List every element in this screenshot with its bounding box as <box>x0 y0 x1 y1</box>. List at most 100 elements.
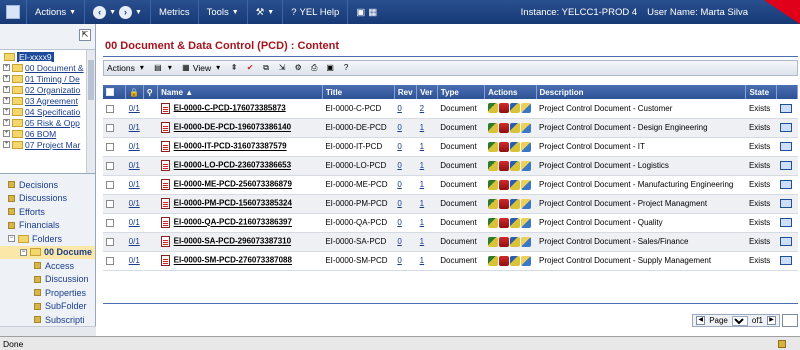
row-select-cell[interactable] <box>103 213 126 233</box>
expand-icon[interactable]: + <box>3 97 10 104</box>
download-icon[interactable] <box>498 255 509 266</box>
version-link[interactable]: 2 <box>420 104 424 113</box>
toolbar-view-menu[interactable]: ▦ View ▾ <box>181 63 223 73</box>
row-select-cell[interactable] <box>103 137 126 157</box>
briefcase-icon[interactable]: ▣ <box>356 7 365 18</box>
row-details-cell[interactable] <box>776 156 798 176</box>
select-all-checkbox[interactable] <box>106 88 114 97</box>
row-checkbox[interactable] <box>106 237 114 246</box>
name-column-header[interactable]: Name ▲ <box>157 85 323 99</box>
nav-item-folders[interactable]: − Folders <box>0 232 95 246</box>
expand-icon[interactable]: + <box>3 86 10 93</box>
row-count-link[interactable]: 0/1 <box>129 161 140 170</box>
filter-icon[interactable]: ⇞ <box>229 63 239 73</box>
checkin-icon[interactable] <box>509 179 520 190</box>
details-icon[interactable] <box>779 180 792 190</box>
row-select-cell[interactable] <box>103 118 126 138</box>
download-icon[interactable] <box>498 122 509 133</box>
nav-item-selected-folder[interactable]: − 00 Docume <box>0 245 95 259</box>
first-page-icon[interactable]: ◀ <box>696 316 706 325</box>
row-count-cell[interactable]: 0/1 <box>125 251 144 271</box>
row-rev-cell[interactable]: 0 <box>394 232 417 252</box>
row-details-cell[interactable] <box>776 213 798 233</box>
checkout-icon[interactable] <box>487 141 498 152</box>
row-rev-cell[interactable]: 0 <box>394 118 417 138</box>
row-details-cell[interactable] <box>776 232 798 252</box>
revision-link[interactable]: 0 <box>397 218 401 227</box>
row-checkbox[interactable] <box>106 142 114 151</box>
update-icon[interactable] <box>520 236 531 247</box>
download-icon[interactable] <box>498 236 509 247</box>
document-name-link[interactable]: EI-0000-LO-PCD-236073386653 <box>174 161 291 170</box>
properties-icon[interactable]: ▣ <box>325 63 335 73</box>
tree-item[interactable]: +03 Agreement <box>0 95 95 106</box>
row-rev-cell[interactable]: 0 <box>394 194 417 214</box>
calendar-icon[interactable]: ▦ <box>368 7 377 18</box>
update-icon[interactable] <box>520 217 531 228</box>
tools-menu[interactable]: Tools ▼ <box>197 0 247 24</box>
row-count-link[interactable]: 0/1 <box>129 142 140 151</box>
row-details-cell[interactable] <box>776 251 798 271</box>
row-ver-cell[interactable]: 2 <box>416 99 438 119</box>
table-row[interactable]: 0/1 EI-0000-PM-PCD-156073385324 EI-0000-PM… <box>103 194 798 214</box>
row-select-cell[interactable] <box>103 194 126 214</box>
row-rev-cell[interactable]: 0 <box>394 156 417 176</box>
row-select-cell[interactable] <box>103 175 126 195</box>
row-count-cell[interactable]: 0/1 <box>125 137 144 157</box>
row-count-link[interactable]: 0/1 <box>129 237 140 246</box>
title-column-header[interactable]: Title <box>322 85 395 99</box>
forward-icon[interactable]: › <box>119 5 133 19</box>
document-name-link[interactable]: EI-0000-PM-PCD-156073385324 <box>174 199 292 208</box>
revision-link[interactable]: 0 <box>397 142 401 151</box>
ver-column-header[interactable]: Ver <box>416 85 438 99</box>
table-row[interactable]: 0/1 EI-0000-C-PCD-176073385873 EI-0000-C-P… <box>103 99 798 119</box>
row-ver-cell[interactable]: 1 <box>416 213 438 233</box>
checkin-icon[interactable] <box>509 236 520 247</box>
row-checkbox[interactable] <box>106 199 114 208</box>
settings-icon[interactable]: ⚙ <box>293 63 303 73</box>
row-ver-cell[interactable]: 1 <box>416 137 438 157</box>
tools-icon-menu[interactable]: ⚒ ▼ <box>246 0 282 24</box>
revision-link[interactable]: 0 <box>397 180 401 189</box>
tree-item[interactable]: +01 Timing / De <box>0 73 95 84</box>
download-icon[interactable] <box>498 160 509 171</box>
tree-item[interactable]: +04 Specificatio <box>0 106 95 117</box>
left-panel-hscrollbar[interactable] <box>0 326 96 336</box>
row-count-cell[interactable]: 0/1 <box>125 213 144 233</box>
expand-icon[interactable]: + <box>3 141 10 148</box>
expand-icon[interactable]: + <box>3 119 10 126</box>
version-link[interactable]: 1 <box>420 161 424 170</box>
update-icon[interactable] <box>520 160 531 171</box>
copy-icon[interactable]: ⧉ <box>261 63 271 73</box>
row-checkbox[interactable] <box>106 256 114 265</box>
nav-item-decisions[interactable]: Decisions <box>0 178 95 192</box>
version-link[interactable]: 1 <box>420 218 424 227</box>
checkout-icon[interactable] <box>487 198 498 209</box>
document-name-link[interactable]: EI-0000-SM-PCD-276073387088 <box>174 256 292 265</box>
row-rev-cell[interactable]: 0 <box>394 213 417 233</box>
row-rev-cell[interactable]: 0 <box>394 99 417 119</box>
checkout-icon[interactable] <box>487 103 498 114</box>
row-count-link[interactable]: 0/1 <box>129 104 140 113</box>
checkout-icon[interactable] <box>487 236 498 247</box>
row-rev-cell[interactable]: 0 <box>394 137 417 157</box>
description-column-header[interactable]: Description <box>536 85 747 99</box>
table-row[interactable]: 0/1 EI-0000-ME-PCD-256073386879 EI-0000-ME… <box>103 175 798 195</box>
next-page-icon[interactable]: ▶ <box>767 316 776 325</box>
update-icon[interactable] <box>520 141 531 152</box>
table-row[interactable]: 0/1 EI-0000-SM-PCD-276073387088 EI-0000-SM… <box>103 251 798 271</box>
checkin-icon[interactable] <box>509 122 520 133</box>
checkout-icon[interactable] <box>487 255 498 266</box>
download-icon[interactable] <box>498 179 509 190</box>
document-name-link[interactable]: EI-0000-C-PCD-176073385873 <box>174 103 286 112</box>
nav-item-financials[interactable]: Financials <box>0 219 95 233</box>
revision-link[interactable]: 0 <box>397 123 401 132</box>
type-column-header[interactable]: Type <box>437 85 486 99</box>
export-icon[interactable]: ⇲ <box>277 63 287 73</box>
checkout-icon[interactable] <box>487 217 498 228</box>
help-menu[interactable]: ? YEL Help <box>282 0 347 24</box>
document-name-link[interactable]: EI-0000-ME-PCD-256073386879 <box>174 180 292 189</box>
row-details-cell[interactable] <box>776 99 798 119</box>
row-count-link[interactable]: 0/1 <box>129 180 140 189</box>
rev-column-header[interactable]: Rev <box>394 85 418 99</box>
